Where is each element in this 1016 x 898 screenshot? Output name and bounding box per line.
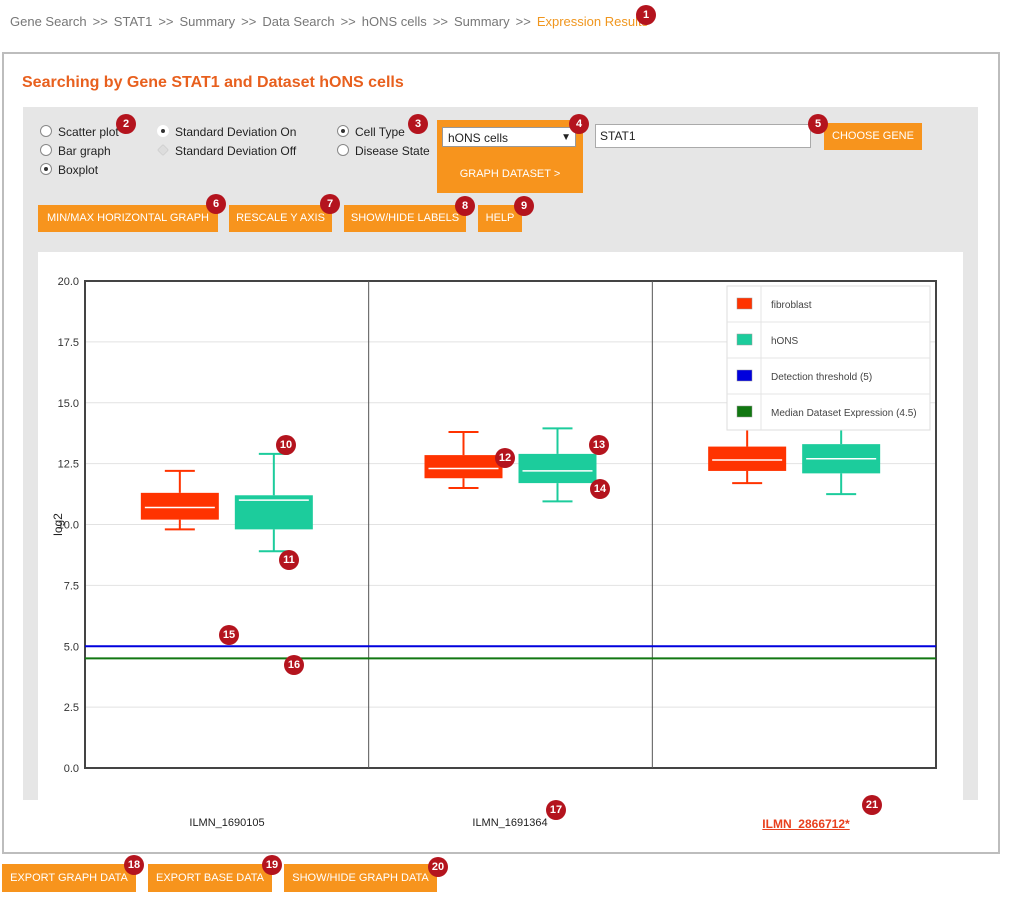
annotation-badge: 15 <box>219 625 239 645</box>
breadcrumb-separator: >> <box>241 14 257 29</box>
annotation-badge: 17 <box>546 800 566 820</box>
radio-label: Standard Deviation Off <box>175 144 297 158</box>
radio-std-dev-on[interactable]: Standard Deviation On <box>157 125 296 139</box>
annotation-badge: 20 <box>428 857 448 877</box>
radio-icon <box>337 144 349 156</box>
chart-area <box>38 252 963 800</box>
radio-boxplot[interactable]: Boxplot <box>40 163 98 177</box>
export-base-data-button[interactable]: EXPORT BASE DATA <box>148 864 272 892</box>
breadcrumb-hons-cells[interactable]: hONS cells <box>362 14 427 29</box>
annotation-badge: 9 <box>514 196 534 216</box>
radio-label: Standard Deviation On <box>175 125 297 139</box>
annotation-badge: 11 <box>279 550 299 570</box>
annotation-badge: 4 <box>569 114 589 134</box>
annotation-badge: 1 <box>636 5 656 25</box>
radio-cell-type[interactable]: Cell Type <box>337 125 405 139</box>
rescale-y-axis-button[interactable]: RESCALE Y AXIS <box>229 205 332 232</box>
x-label-probe-3-link[interactable]: ILMN_2866712* <box>762 817 849 831</box>
breadcrumb-stat1[interactable]: STAT1 <box>114 14 153 29</box>
radio-label: Cell Type <box>355 125 405 139</box>
breadcrumb-gene-search[interactable]: Gene Search <box>10 14 87 29</box>
radio-icon <box>40 125 52 137</box>
show-hide-labels-button[interactable]: SHOW/HIDE LABELS <box>344 205 466 232</box>
breadcrumb-data-search[interactable]: Data Search <box>262 14 334 29</box>
annotation-badge: 18 <box>124 855 144 875</box>
annotation-badge: 13 <box>589 435 609 455</box>
radio-scatter-plot[interactable]: Scatter plot <box>40 125 119 139</box>
x-label-probe-1: ILMN_1690105 <box>189 817 265 829</box>
radio-icon <box>40 144 52 156</box>
radio-label: Disease State <box>355 144 430 158</box>
graph-dataset-button[interactable]: GRAPH DATASET > <box>437 166 583 182</box>
annotation-badge: 10 <box>276 435 296 455</box>
breadcrumb-summary-2[interactable]: Summary <box>454 14 510 29</box>
radio-label: Bar graph <box>58 144 111 158</box>
dataset-select[interactable]: hONS cells ▼ <box>442 127 576 147</box>
dataset-select-value: hONS cells <box>448 131 509 145</box>
breadcrumb-summary[interactable]: Summary <box>180 14 236 29</box>
radio-checked-icon <box>40 163 52 175</box>
radio-disease-state[interactable]: Disease State <box>337 144 430 158</box>
radio-std-dev-off[interactable]: Standard Deviation Off <box>157 144 296 158</box>
breadcrumb: Gene Search >> STAT1 >> Summary >> Data Search… <box>10 14 648 29</box>
annotation-badge: 12 <box>495 448 515 468</box>
radio-label: Boxplot <box>58 163 99 177</box>
radio-bar-graph[interactable]: Bar graph <box>40 144 111 158</box>
annotation-badge: 21 <box>862 795 882 815</box>
dropdown-arrow-icon: ▼ <box>561 132 571 143</box>
annotation-badge: 3 <box>408 114 428 134</box>
annotation-badge: 8 <box>455 196 475 216</box>
choose-gene-button[interactable]: CHOOSE GENE <box>824 123 922 150</box>
annotation-badge: 14 <box>590 479 610 499</box>
annotation-badge: 19 <box>262 855 282 875</box>
annotation-badge: 2 <box>116 114 136 134</box>
show-hide-graph-data-button[interactable]: SHOW/HIDE GRAPH DATA <box>284 864 437 892</box>
breadcrumb-current: Expression Results <box>536 14 649 29</box>
annotation-badge: 5 <box>808 114 828 134</box>
min-max-horizontal-graph-button[interactable]: MIN/MAX HORIZONTAL GRAPH <box>38 205 218 232</box>
radio-checked-icon <box>337 125 349 137</box>
annotation-badge: 6 <box>206 194 226 214</box>
gene-input[interactable]: STAT1 <box>595 124 811 148</box>
annotation-badge: 16 <box>284 655 304 675</box>
export-graph-data-button[interactable]: EXPORT GRAPH DATA <box>2 864 136 892</box>
radio-checked-icon <box>157 125 169 137</box>
breadcrumb-separator: >> <box>158 14 174 29</box>
breadcrumb-separator: >> <box>92 14 108 29</box>
annotation-badge: 7 <box>320 194 340 214</box>
radio-disabled-icon <box>157 144 169 156</box>
breadcrumb-separator: >> <box>340 14 356 29</box>
page-title: Searching by Gene STAT1 and Dataset hONS… <box>22 74 404 91</box>
breadcrumb-separator: >> <box>515 14 531 29</box>
breadcrumb-separator: >> <box>432 14 448 29</box>
x-label-probe-2: ILMN_1691364 <box>472 817 548 829</box>
radio-label: Scatter plot <box>58 125 119 139</box>
